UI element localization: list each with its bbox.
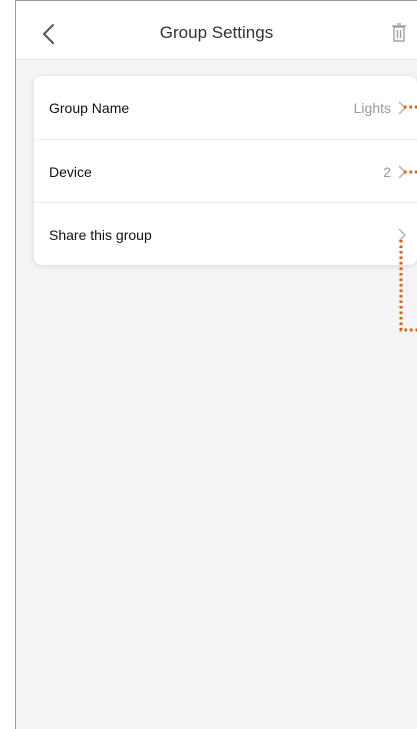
group-name-value: Lights: [353, 100, 391, 116]
share-group-row[interactable]: Share this group: [34, 202, 417, 265]
nav-bar: Group Settings: [16, 0, 417, 60]
share-group-label: Share this group: [49, 227, 152, 243]
chevron-right-icon: [398, 165, 406, 179]
device-count-value: 2: [383, 164, 391, 180]
device-label: Device: [49, 164, 92, 180]
page-title: Group Settings: [159, 23, 274, 42]
trash-icon: [392, 23, 406, 42]
chevron-right-icon: [398, 228, 406, 242]
chevron-right-icon: [398, 101, 406, 115]
group-name-row[interactable]: Group Name Lights: [34, 76, 417, 139]
delete-group-button[interactable]: [389, 22, 409, 44]
group-name-label: Group Name: [49, 100, 130, 116]
settings-card: Group Name Lights Device 2 Share this gr…: [34, 76, 417, 265]
device-row[interactable]: Device 2: [34, 139, 417, 202]
app-screen: Group Settings Group Name Lights Device …: [15, 0, 417, 729]
